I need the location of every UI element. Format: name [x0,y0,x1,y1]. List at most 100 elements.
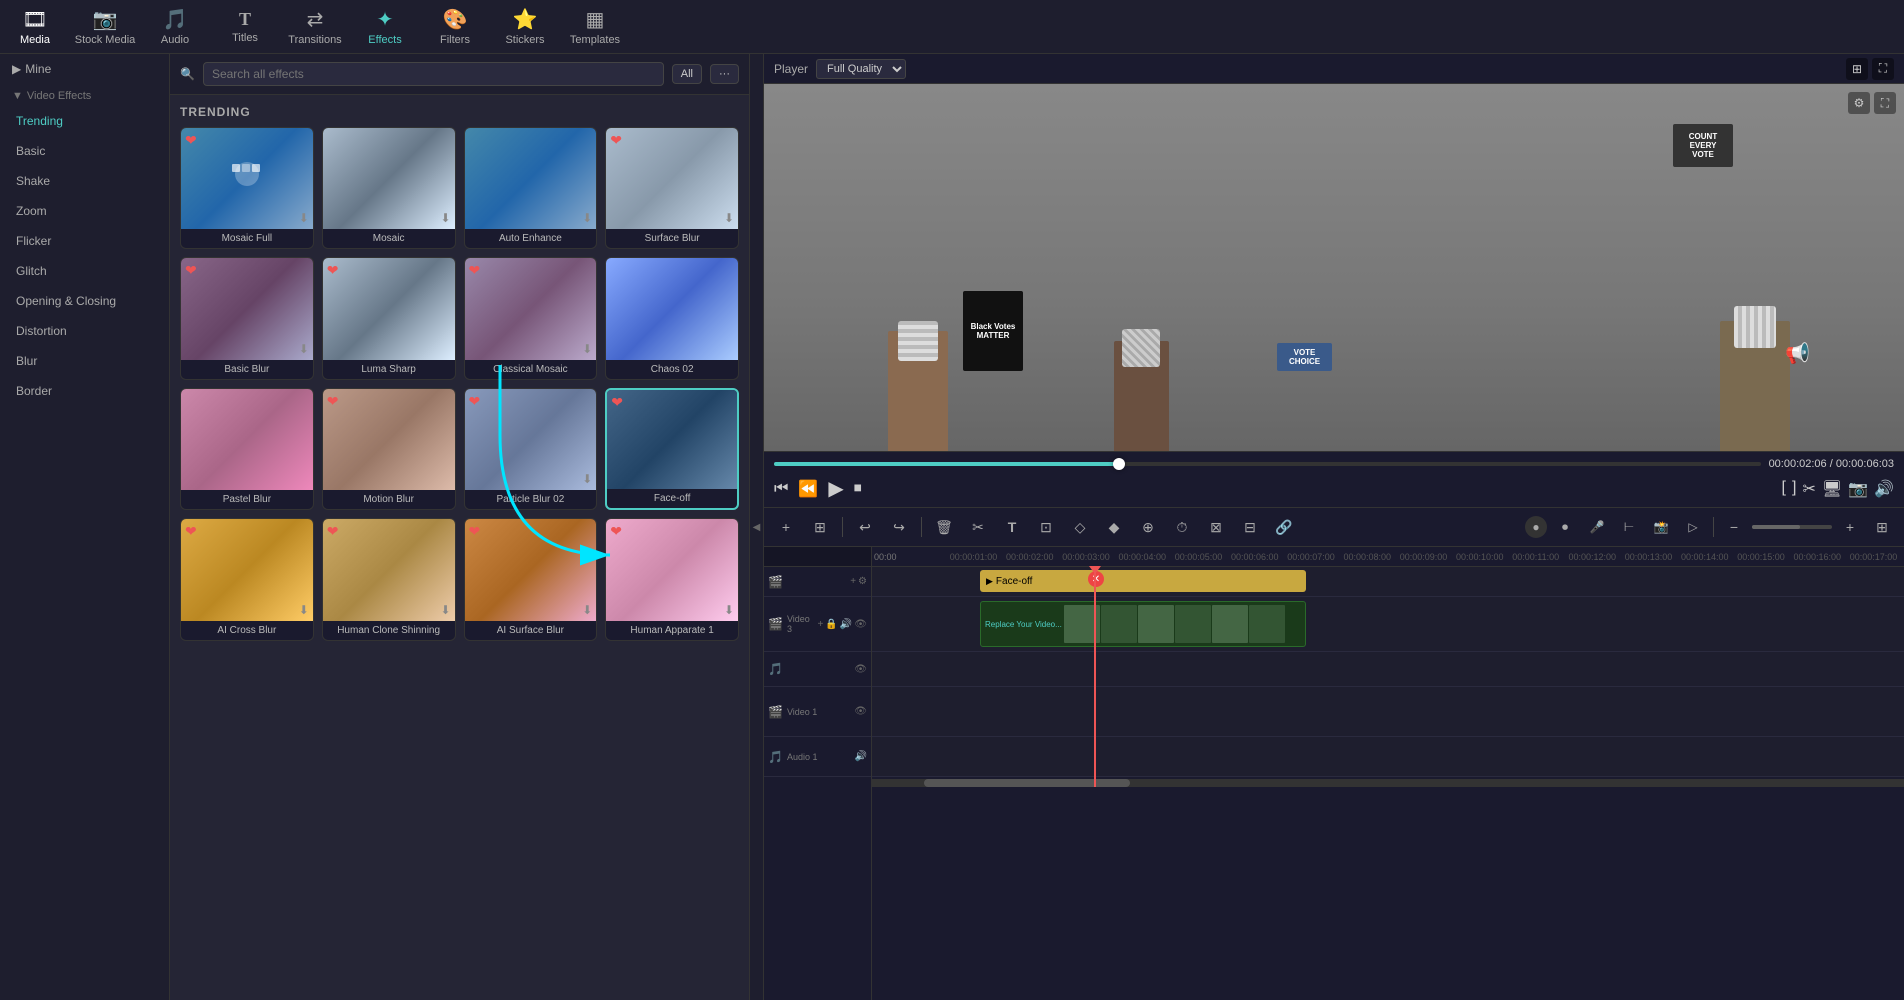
add-track-button[interactable]: + [772,513,800,541]
camera-button[interactable]: 📷 [1848,479,1868,499]
wrap-button[interactable]: ⊠ [1202,513,1230,541]
screenshot-button[interactable]: 📸 [1647,513,1675,541]
play-button[interactable]: ▶ [828,476,843,501]
effect-card-human-apparate-1[interactable]: ❤ ⬇ Human Apparate 1 [605,518,739,640]
sidebar-item-opening-closing[interactable]: Opening & Closing [0,286,169,316]
rewind-button[interactable]: ⏮ [774,480,788,498]
sidebar-item-distortion[interactable]: Distortion [0,316,169,346]
toolbar-titles[interactable]: T Titles [210,0,280,54]
settings-icon-btn[interactable]: ⚙ [1848,92,1870,114]
toolbar-media[interactable]: 🎞 Media [0,0,70,54]
zoom-out-button[interactable]: ● [1525,516,1547,538]
panel-collapse-arrow[interactable]: ◀ [750,54,764,1000]
split-audio-button[interactable]: ⊟ [1236,513,1264,541]
speed-button[interactable]: ⏱ [1168,513,1196,541]
track-settings-button[interactable]: ⚙ [858,576,867,587]
track-eye-button[interactable]: 👁 [854,619,867,630]
playback-button[interactable]: ▷ [1679,513,1707,541]
record-button[interactable]: ⏺ [1551,513,1579,541]
quality-select[interactable]: Full Quality [816,59,906,79]
auto-layout-button[interactable]: ⊞ [806,513,834,541]
track-add2-button[interactable]: + [818,619,824,630]
effect-card-auto-enhance[interactable]: ⬇ Auto Enhance [464,127,598,249]
mask-button[interactable]: ◇ [1066,513,1094,541]
effect-name-motion-blur: Motion Blur [323,490,455,509]
redo-button[interactable]: ↪ [885,513,913,541]
track-video1-eye-button[interactable]: 👁 [854,706,867,717]
snap-button[interactable]: ⊢ [1615,513,1643,541]
bracket-right-button[interactable]: ] [1792,479,1796,499]
zoom-plus-button[interactable]: + [1836,513,1864,541]
effect-card-mosaic-full[interactable]: ❤ ⬇ Mosaic Full [180,127,314,249]
mic-button[interactable]: 🎤 [1583,513,1611,541]
effect-card-surface-blur[interactable]: ❤ ⬇ Surface Blur [605,127,739,249]
more-options-button[interactable]: ··· [710,64,739,84]
filter-all-button[interactable]: All [672,64,702,84]
step-back-button[interactable]: ⏪ [798,479,818,499]
toolbar-effects[interactable]: ✦ Effects [350,0,420,54]
timeline-content[interactable]: 00:00 00:00:01:00 00:00:02:00 00:00:03:0… [872,547,1904,1000]
favorite-badge: ❤ [469,393,481,410]
fullscreen-icon-btn[interactable]: ⛶ [1872,58,1894,80]
progress-bar[interactable] [774,462,1761,466]
effect-card-particle-blur-02[interactable]: ❤ ⬇ Particle Blur 02 [464,388,598,511]
effect-card-pastel-blur[interactable]: Pastel Blur [180,388,314,511]
download-icon: ⬇ [582,342,592,356]
track-audio-unnamed-eye-button[interactable]: 👁 [854,664,867,675]
delete-button[interactable]: 🗑 [930,513,958,541]
toolbar-stock-media[interactable]: 📷 Stock Media [70,0,140,54]
effect-card-face-off[interactable]: ❤ Face-off [605,388,739,511]
sidebar-item-zoom[interactable]: Zoom [0,196,169,226]
keyframe-button[interactable]: ◆ [1100,513,1128,541]
effect-thumb-mosaic: ⬇ [323,128,455,229]
undo-button[interactable]: ↩ [851,513,879,541]
zoom-minus-button[interactable]: − [1720,513,1748,541]
effect-card-ai-surface-blur[interactable]: ❤ ⬇ AI Surface Blur [464,518,598,640]
sidebar-item-shake[interactable]: Shake [0,166,169,196]
sidebar-mine[interactable]: ▶ Mine [0,54,169,84]
grid-icon-btn[interactable]: ⊞ [1846,58,1868,80]
effect-card-mosaic[interactable]: ⬇ Mosaic [322,127,456,249]
effect-card-basic-blur[interactable]: ❤ ⬇ Basic Blur [180,257,314,379]
effect-card-ai-cross-blur[interactable]: ❤ ⬇ AI Cross Blur [180,518,314,640]
track-video3-label: Video 3 [787,614,814,634]
toolbar-templates[interactable]: ▦ Templates [560,0,630,54]
sidebar-item-basic[interactable]: Basic [0,136,169,166]
screen-button[interactable]: 🖥 [1822,479,1842,499]
effect-card-human-clone-shinning[interactable]: ❤ ⬇ Human Clone Shinning [322,518,456,640]
track-lock-button[interactable]: 🔒 [825,619,837,630]
track-audio1-btn[interactable]: 🔊 [855,751,867,762]
sidebar-item-trending[interactable]: Trending [0,106,169,136]
transform-button[interactable]: ⊕ [1134,513,1162,541]
track-add-button[interactable]: + [850,576,856,587]
cut-button[interactable]: ✂ [964,513,992,541]
volume-button[interactable]: 🔊 [1874,479,1894,499]
timeline-scrollbar[interactable] [872,779,1904,787]
sidebar-item-blur[interactable]: Blur [0,346,169,376]
toolbar-filters[interactable]: 🎨 Filters [420,0,490,54]
effect-card-classical-mosaic[interactable]: ❤ ⬇ Classical Mosaic [464,257,598,379]
effect-clip-face-off[interactable]: ▶ Face-off [980,570,1306,592]
toolbar-stickers[interactable]: ⭐ Stickers [490,0,560,54]
sidebar-item-flicker[interactable]: Flicker [0,226,169,256]
grid-view-button[interactable]: ⊞ [1868,513,1896,541]
stop-button[interactable]: ⏹ [854,480,862,498]
sidebar-item-border[interactable]: Border [0,376,169,406]
crop-button[interactable]: ⊡ [1032,513,1060,541]
track-audio-button[interactable]: 🔊 [840,619,852,630]
bracket-left-button[interactable]: [ [1782,479,1786,499]
split-button[interactable]: ✂ [1802,479,1815,499]
toolbar-transitions[interactable]: ⇄ Transitions [280,0,350,54]
sidebar-item-glitch[interactable]: Glitch [0,256,169,286]
video-clip-main[interactable]: Replace Your Video... [980,601,1306,647]
crop-icon-btn[interactable]: ⛶ [1874,92,1896,114]
effect-card-motion-blur[interactable]: ❤ Motion Blur [322,388,456,511]
toolbar-audio[interactable]: 🎵 Audio [140,0,210,54]
link-button[interactable]: 🔗 [1270,513,1298,541]
effect-card-luma-sharp[interactable]: ❤ Luma Sharp [322,257,456,379]
search-input[interactable] [203,62,664,86]
text-button[interactable]: T [998,513,1026,541]
zoom-slider[interactable] [1752,525,1832,529]
download-icon: ⬇ [582,603,592,617]
effect-card-chaos-02[interactable]: Chaos 02 [605,257,739,379]
